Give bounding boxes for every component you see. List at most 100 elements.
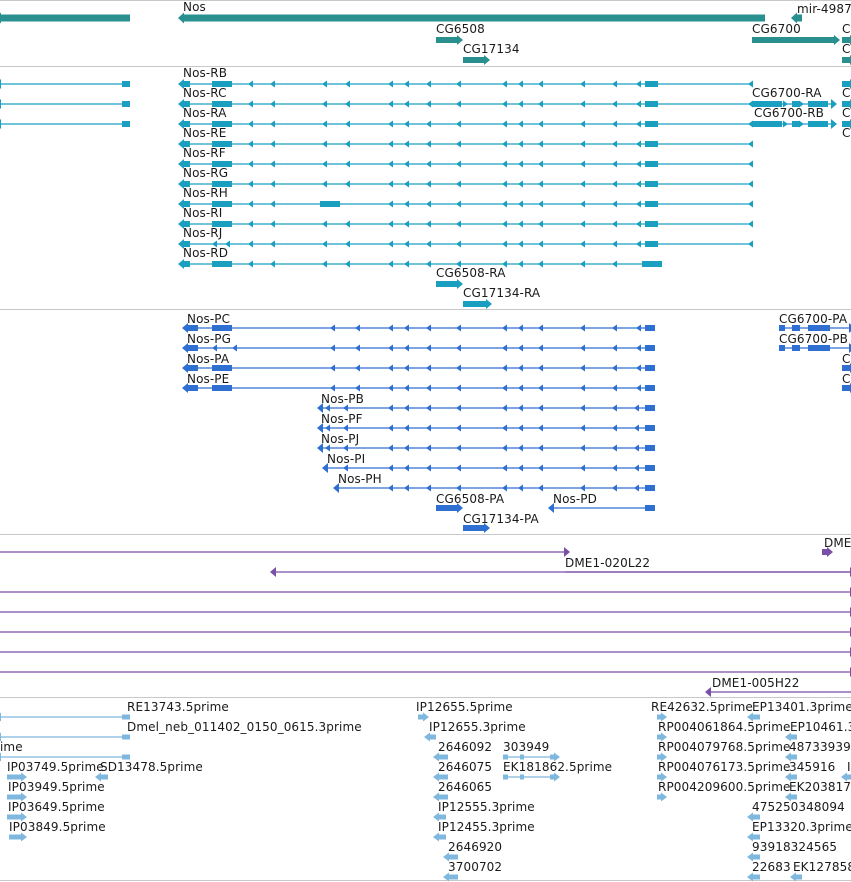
feature-label[interactable]: IP03649.5prime: [8, 800, 105, 814]
proteins-feature-glyph[interactable]: [316, 400, 661, 416]
feature-label[interactable]: EP13401.3prime: [752, 700, 851, 714]
genes-feature-glyph[interactable]: [0, 9, 136, 27]
feature-label[interactable]: CG17134-PA: [463, 512, 539, 526]
feature-label[interactable]: Nos-PE: [187, 372, 229, 386]
feature-label[interactable]: 2646075: [438, 760, 492, 774]
feature-label[interactable]: Nos-PC: [187, 312, 230, 326]
feature-label[interactable]: CG6700: [752, 22, 801, 36]
clones-feature-glyph[interactable]: [0, 644, 851, 660]
feature-label[interactable]: 303949: [503, 740, 549, 754]
proteins-feature-glyph[interactable]: [181, 320, 661, 336]
feature-label[interactable]: Dmel_neb_011402_0150_0615.3prime: [127, 720, 362, 734]
feature-label[interactable]: Nos-PI: [327, 452, 365, 466]
feature-label[interactable]: Nos-RA: [183, 106, 227, 120]
feature-label[interactable]: Nos-RH: [183, 186, 228, 200]
feature-label[interactable]: Nos-RF: [183, 146, 226, 160]
feature-label[interactable]: RP004209600.5prime: [658, 780, 791, 794]
transcripts-feature-glyph[interactable]: [177, 136, 756, 152]
feature-label[interactable]: RP004079768.5prime: [658, 740, 791, 754]
feature-label[interactable]: 345916: [789, 760, 835, 774]
feature-label[interactable]: Nos-PD: [553, 492, 597, 506]
feature-label[interactable]: Nos-RC: [183, 86, 227, 100]
clones-feature-glyph[interactable]: [0, 584, 851, 600]
proteins-feature-glyph[interactable]: [316, 420, 661, 436]
feature-label[interactable]: 475250348094: [752, 800, 845, 814]
proteins-feature-glyph[interactable]: [181, 360, 661, 376]
transcripts-feature-glyph[interactable]: [177, 256, 668, 272]
feature-label[interactable]: EK203817: [789, 780, 851, 794]
feature-label[interactable]: Nos-PF: [321, 412, 363, 426]
proteins-feature-glyph[interactable]: [316, 440, 661, 456]
feature-label[interactable]: SD13478.5prime: [100, 760, 203, 774]
feature-label[interactable]: 48733939: [789, 740, 851, 754]
feature-label[interactable]: IP12555.3prime: [438, 800, 535, 814]
feature-label[interactable]: Nos-RJ: [183, 226, 222, 240]
feature-label[interactable]: 22683: [752, 860, 791, 874]
feature-label[interactable]: Nos-PH: [338, 472, 382, 486]
feature-label[interactable]: CG6508-PA: [436, 492, 504, 506]
feature-label[interactable]: CG17134: [463, 42, 520, 56]
feature-label[interactable]: C: [842, 22, 850, 36]
feature-label[interactable]: IP12655.5prime: [416, 700, 513, 714]
feature-label[interactable]: mir-4987: [797, 2, 851, 16]
feature-label[interactable]: IP12655.3prime: [429, 720, 526, 734]
feature-label[interactable]: C: [842, 126, 850, 140]
proteins-feature-glyph[interactable]: [181, 380, 661, 396]
feature-label[interactable]: DME: [824, 536, 851, 550]
feature-label[interactable]: CG6508: [436, 22, 485, 36]
feature-label[interactable]: CG6700-RB: [754, 106, 824, 120]
transcripts-feature-glyph[interactable]: [0, 76, 136, 92]
transcripts-feature-glyph[interactable]: [177, 236, 756, 252]
transcripts-feature-glyph[interactable]: [177, 216, 756, 232]
proteins-feature-glyph[interactable]: [181, 340, 661, 356]
feature-label[interactable]: DME1-020L22: [565, 556, 650, 570]
transcripts-feature-glyph[interactable]: [0, 96, 136, 112]
feature-label[interactable]: Nos-RD: [183, 246, 228, 260]
feature-label[interactable]: CG6700-RA: [752, 86, 822, 100]
feature-label[interactable]: I: [847, 760, 851, 774]
feature-label[interactable]: C: [842, 352, 850, 366]
clones-feature-glyph[interactable]: [0, 624, 851, 640]
transcripts-feature-glyph[interactable]: [177, 96, 756, 112]
transcripts-feature-glyph[interactable]: [177, 176, 756, 192]
transcripts-feature-glyph[interactable]: [177, 76, 756, 92]
transcripts-feature-glyph[interactable]: [0, 116, 136, 132]
feature-label[interactable]: EP10461.3: [790, 720, 851, 734]
feature-label[interactable]: IP03749.5prime: [7, 760, 104, 774]
feature-label[interactable]: IP03949.5prime: [8, 780, 105, 794]
feature-label[interactable]: IP03849.5prime: [9, 820, 106, 834]
feature-label[interactable]: C: [842, 42, 850, 56]
feature-label[interactable]: CG6508-RA: [436, 266, 506, 280]
feature-label[interactable]: 93918324565: [752, 840, 837, 854]
feature-label[interactable]: EK127858: [793, 860, 851, 874]
feature-label[interactable]: Nos-RG: [183, 166, 228, 180]
feature-label[interactable]: RE42632.5prime: [651, 700, 753, 714]
feature-label[interactable]: CG17134-RA: [463, 286, 540, 300]
clones-feature-glyph[interactable]: [0, 544, 571, 560]
transcripts-feature-glyph[interactable]: [177, 196, 756, 212]
clones-feature-glyph[interactable]: [0, 604, 851, 620]
feature-label[interactable]: RP004061864.5prime: [658, 720, 791, 734]
feature-label[interactable]: IP12455.3prime: [438, 820, 535, 834]
feature-label[interactable]: Nos-RB: [183, 66, 227, 80]
feature-label[interactable]: Nos-RE: [183, 126, 226, 140]
transcripts-feature-glyph[interactable]: [177, 116, 756, 132]
feature-label[interactable]: Nos-PA: [187, 352, 229, 366]
transcripts-feature-glyph[interactable]: [177, 156, 756, 172]
feature-label[interactable]: RE13743.5prime: [127, 700, 229, 714]
feature-label[interactable]: 3700702: [448, 860, 502, 874]
genome-browser-view[interactable]: Nos mir-4987 CG6508 CG6700 C CG17134 C Nos-RB No…: [0, 0, 851, 882]
feature-label[interactable]: RP004076173.5prime: [658, 760, 791, 774]
feature-label[interactable]: EP13320.3prime: [752, 820, 851, 834]
feature-label[interactable]: DME1-005H22: [712, 676, 799, 690]
feature-label[interactable]: CG6700-PA: [779, 312, 847, 326]
feature-label[interactable]: ime: [0, 740, 23, 754]
feature-label[interactable]: 2646092: [438, 740, 492, 754]
feature-label[interactable]: Nos: [183, 0, 206, 14]
feature-label[interactable]: 2646065: [438, 780, 492, 794]
feature-label[interactable]: EK181862.5prime: [503, 760, 612, 774]
feature-label[interactable]: Nos-PG: [187, 332, 231, 346]
feature-label[interactable]: Nos-PJ: [321, 432, 359, 446]
feature-label[interactable]: CG6700-PB: [779, 332, 848, 346]
feature-label[interactable]: C: [842, 372, 850, 386]
